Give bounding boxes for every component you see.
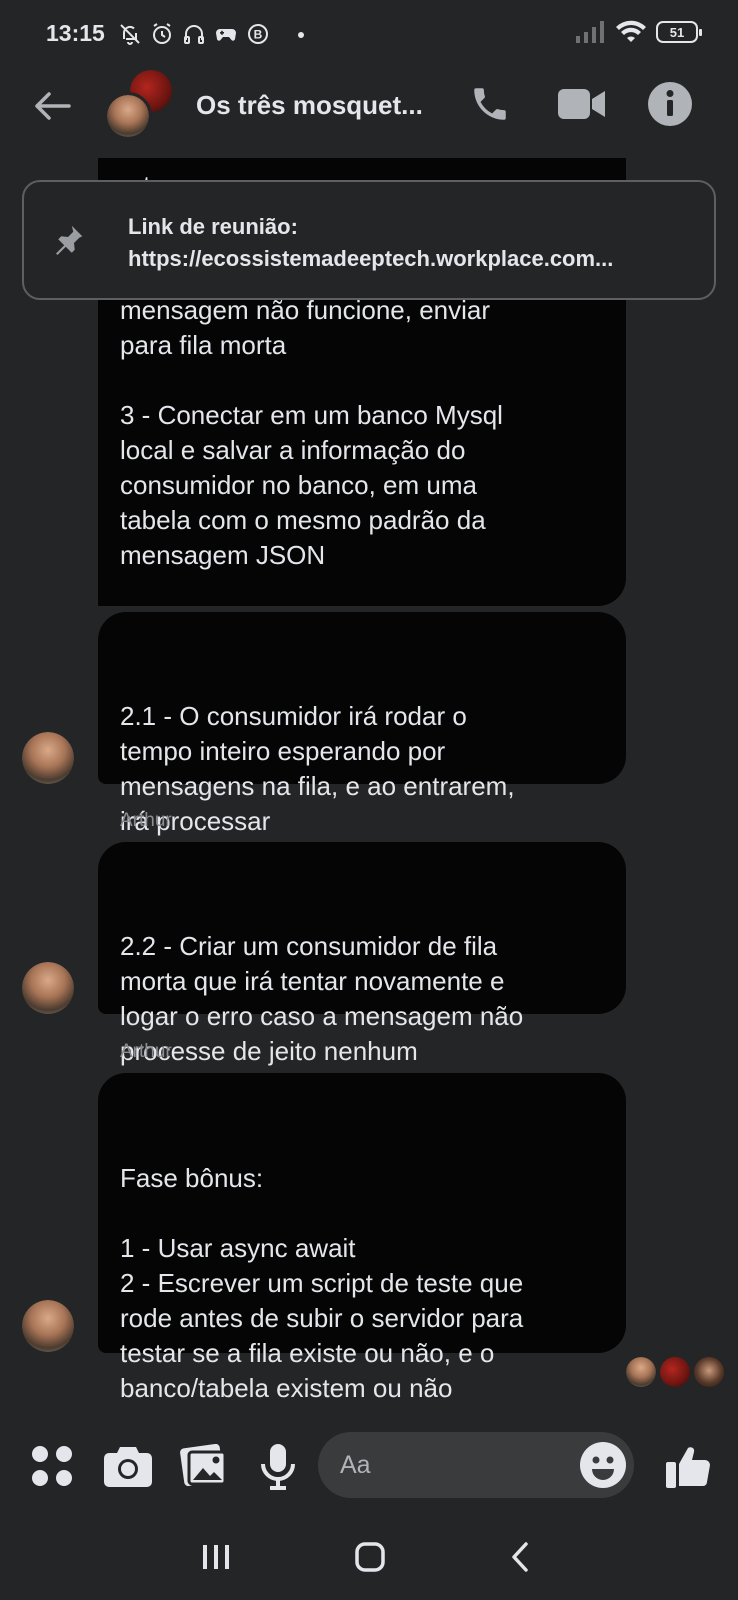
video-call-button[interactable] bbox=[554, 80, 610, 128]
camera-button[interactable] bbox=[102, 1440, 154, 1492]
message-text: mensagem não funcione, enviar para fila … bbox=[120, 295, 503, 570]
avatar-primary bbox=[104, 92, 152, 140]
back-button[interactable] bbox=[30, 86, 74, 126]
sender-avatar[interactable] bbox=[22, 1300, 74, 1352]
message-text: 2.1 - O consumidor irá rodar o tempo int… bbox=[120, 701, 515, 836]
status-icons-left: B bbox=[118, 20, 270, 48]
message-text: 2.2 - Criar um consumidor de fila morta … bbox=[120, 931, 524, 1066]
wifi-icon bbox=[616, 20, 646, 42]
chat-title[interactable]: Os três mosquet... bbox=[196, 90, 423, 121]
system-back-button[interactable] bbox=[490, 1532, 550, 1582]
chevron-left-icon bbox=[512, 1542, 528, 1572]
gamepad-icon bbox=[216, 29, 236, 41]
recent-apps-button[interactable] bbox=[186, 1532, 246, 1582]
microphone-icon bbox=[261, 1444, 295, 1490]
battery-indicator: 51 bbox=[656, 21, 702, 43]
bell-muted-icon bbox=[120, 24, 140, 45]
read-receipt-avatar bbox=[626, 1357, 656, 1387]
emoji-icon bbox=[592, 1456, 614, 1480]
group-avatar[interactable] bbox=[104, 70, 176, 142]
status-bar: 13:15 B 51 bbox=[0, 0, 738, 68]
message-bubble[interactable]: 2.1 - O consumidor irá rodar o tempo int… bbox=[98, 612, 626, 836]
chat-header: Os três mosquet... bbox=[0, 68, 738, 158]
alarm-icon bbox=[153, 23, 171, 44]
info-icon bbox=[648, 82, 692, 126]
pin-icon bbox=[56, 225, 83, 255]
sender-avatar[interactable] bbox=[22, 962, 74, 1014]
sender-avatar[interactable] bbox=[22, 732, 74, 784]
b-badge-icon: B bbox=[248, 24, 268, 44]
info-button[interactable] bbox=[646, 80, 694, 128]
read-receipt-avatar bbox=[694, 1357, 724, 1387]
status-icons-right: 51 bbox=[576, 20, 702, 44]
home-icon bbox=[355, 1542, 385, 1572]
thumbs-up-icon bbox=[666, 1447, 710, 1488]
svg-text:B: B bbox=[254, 28, 263, 42]
call-button[interactable] bbox=[466, 80, 514, 128]
read-receipts bbox=[626, 1357, 724, 1387]
gallery-button[interactable] bbox=[178, 1440, 230, 1492]
recent-apps-icon bbox=[203, 1545, 229, 1569]
sender-name: Arthur bbox=[120, 810, 172, 831]
message-bubble[interactable]: 2.2 - Criar um consumidor de fila morta … bbox=[98, 842, 626, 1066]
four-dots-icon bbox=[32, 1446, 72, 1486]
pinned-title: Link de reunião: bbox=[128, 214, 298, 239]
read-receipt-avatar bbox=[660, 1357, 690, 1387]
microphone-button[interactable] bbox=[252, 1440, 304, 1492]
like-button[interactable] bbox=[662, 1440, 714, 1492]
message-input-placeholder: Aa bbox=[340, 1450, 371, 1479]
more-actions-button[interactable] bbox=[26, 1440, 78, 1492]
headphones-icon bbox=[184, 25, 204, 44]
sender-name: Arthur bbox=[120, 1041, 172, 1062]
home-button[interactable] bbox=[340, 1532, 400, 1582]
status-time: 13:15 bbox=[46, 20, 105, 46]
message-bubble[interactable]: Fase bônus: 1 - Usar async await 2 - Esc… bbox=[98, 1073, 626, 1403]
gallery-icon bbox=[180, 1444, 227, 1487]
video-camera-icon bbox=[558, 89, 605, 119]
pinned-link[interactable]: https://ecossistemadeeptech.workplace.co… bbox=[128, 246, 688, 272]
phone-icon bbox=[474, 88, 506, 120]
arrow-left-icon bbox=[35, 92, 71, 120]
message-text: Fase bônus: 1 - Usar async await 2 - Esc… bbox=[120, 1163, 524, 1403]
camera-icon bbox=[104, 1447, 152, 1487]
signal-icon bbox=[576, 21, 604, 43]
notification-dot bbox=[298, 32, 304, 38]
emoji-button[interactable] bbox=[580, 1442, 626, 1488]
pinned-message-banner[interactable] bbox=[22, 180, 716, 300]
